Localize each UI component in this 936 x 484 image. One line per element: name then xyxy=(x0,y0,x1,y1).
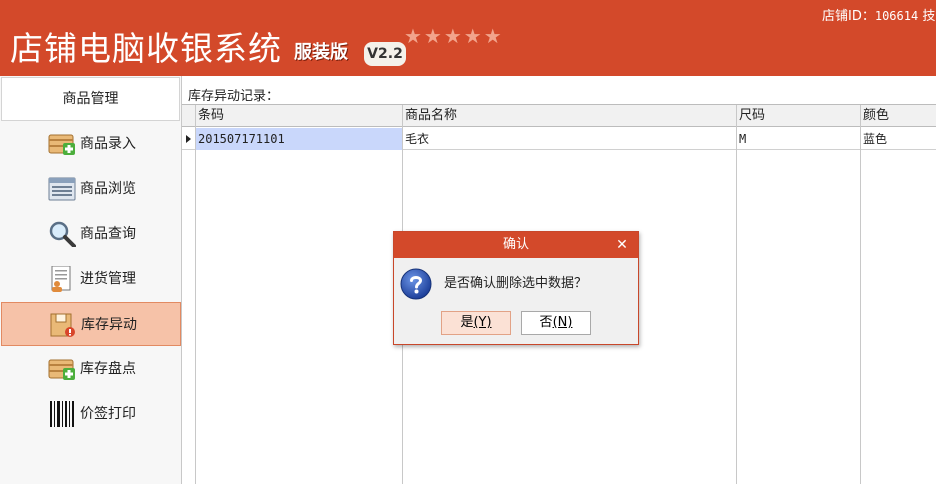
sidebar-item-label: 库存异动 xyxy=(81,317,137,333)
sidebar-item-product-browse[interactable]: 商品浏览 xyxy=(1,167,181,211)
grid-divider xyxy=(736,105,737,484)
yes-button[interactable]: 是(Y) xyxy=(441,311,511,335)
inventory-change-icon xyxy=(50,313,75,337)
cell-color[interactable]: 蓝色 xyxy=(861,128,936,150)
dialog-message: 是否确认删除选中数据？ xyxy=(444,276,588,291)
app-title: 店铺电脑收银系统 xyxy=(10,29,282,68)
grid-divider xyxy=(860,105,861,484)
app-edition: 服装版 xyxy=(294,42,348,63)
sidebar-item-inventory-count[interactable]: 库存盘点 xyxy=(1,347,181,391)
no-accelerator: (N) xyxy=(552,315,573,330)
sidebar-item-label: 商品录入 xyxy=(80,136,136,152)
app-header: 店铺电脑收银系统 服装版 ★★★★★ V2.2 店铺ID：106614 技 xyxy=(0,0,936,76)
grid-header-row: 条码 商品名称 尺码 颜色 xyxy=(182,105,936,127)
sidebar-item-product-add[interactable]: 商品录入 xyxy=(1,122,181,166)
column-header-product-name[interactable]: 商品名称 xyxy=(403,105,457,127)
product-list-icon xyxy=(48,177,76,201)
sidebar-item-purchase[interactable]: 进货管理 xyxy=(1,257,181,301)
product-add-icon xyxy=(48,134,75,155)
store-id: 店铺ID：106614 技 xyxy=(822,5,935,24)
question-icon xyxy=(400,268,432,300)
sidebar-item-price-tag-print[interactable]: 价签打印 xyxy=(1,392,181,436)
sidebar-item-product-search[interactable]: 商品查询 xyxy=(1,212,181,256)
yes-button-label: 是 xyxy=(460,315,474,330)
store-id-value: 106614 xyxy=(874,9,919,23)
cell-product-name[interactable]: 毛衣 xyxy=(403,128,736,150)
store-id-trailing: 技 xyxy=(922,9,936,24)
column-header-size[interactable]: 尺码 xyxy=(737,105,765,127)
yes-accelerator: (Y) xyxy=(473,315,492,330)
magnifier-icon xyxy=(49,221,76,247)
section-title: 库存异动记录： xyxy=(188,89,280,104)
sidebar-item-label: 商品查询 xyxy=(80,226,136,242)
table-row[interactable]: 201507171101 毛衣 M 蓝色 xyxy=(182,128,936,150)
cell-size[interactable]: M xyxy=(737,128,860,150)
confirm-dialog: 确认 ✕ 是否确认删除选中数据？ 是(Y) 否(N) xyxy=(393,231,639,345)
no-button[interactable]: 否(N) xyxy=(521,311,591,335)
inventory-count-icon xyxy=(48,359,75,380)
sidebar-title: 商品管理 xyxy=(1,77,180,121)
version-badge: V2.2 xyxy=(364,42,406,66)
rating-stars: ★★★★★ xyxy=(404,24,504,48)
column-header-color[interactable]: 颜色 xyxy=(861,105,889,127)
no-button-label: 否 xyxy=(539,315,553,330)
sidebar-item-inventory-change[interactable]: 库存异动 xyxy=(1,302,181,346)
sidebar-item-label: 库存盘点 xyxy=(80,361,136,377)
document-user-icon xyxy=(51,266,71,292)
sidebar-item-label: 商品浏览 xyxy=(80,181,136,197)
grid-divider xyxy=(195,105,196,484)
column-header-barcode[interactable]: 条码 xyxy=(196,105,224,127)
sidebar-item-label: 价签打印 xyxy=(80,406,136,422)
cell-barcode[interactable]: 201507171101 xyxy=(196,128,402,150)
dialog-title: 确认 xyxy=(394,232,638,258)
sidebar: 商品管理 商品录入 商品浏览 商品查询 进货管理 库存异动 库存盘点 价签打印 xyxy=(0,76,182,484)
barcode-icon xyxy=(50,401,74,427)
close-icon[interactable]: ✕ xyxy=(612,235,632,255)
store-id-label: 店铺ID： xyxy=(822,9,875,24)
sidebar-item-label: 进货管理 xyxy=(80,271,136,287)
